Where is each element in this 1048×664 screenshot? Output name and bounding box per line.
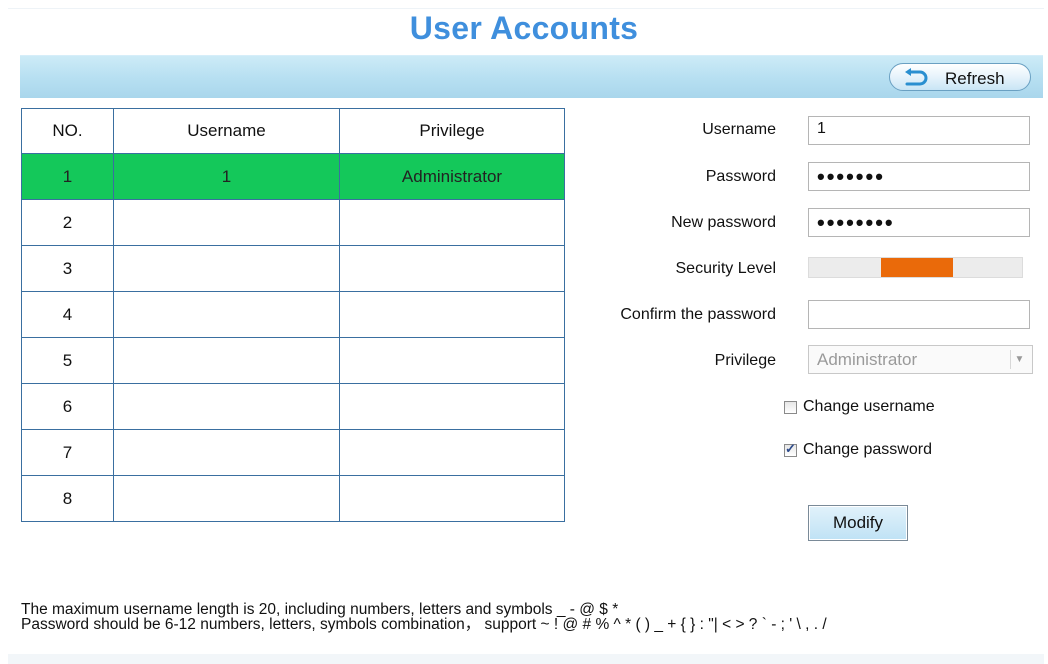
username-rule-text: The maximum username length is 20, inclu… <box>21 601 619 618</box>
privilege-select[interactable]: Administrator ▼ <box>808 345 1033 374</box>
users-table: NO. Username Privilege 1 1 Administrator… <box>21 108 565 522</box>
cell-privilege <box>339 199 565 246</box>
table-row[interactable]: 5 <box>21 337 565 384</box>
cell-privilege <box>339 291 565 338</box>
cell-no: 6 <box>21 383 114 430</box>
cell-privilege <box>339 337 565 384</box>
page-bottom-strip <box>8 654 1044 664</box>
cell-no: 5 <box>21 337 114 384</box>
cell-privilege <box>339 383 565 430</box>
new-password-field[interactable]: •••••••• <box>808 208 1030 237</box>
table-row[interactable]: 8 <box>21 475 565 522</box>
column-header-privilege: Privilege <box>339 108 565 154</box>
password-rule-text: Password should be 6-12 numbers, letters… <box>21 616 827 633</box>
page-top-border <box>8 8 1044 9</box>
confirm-password-label: Confirm the password <box>620 306 776 323</box>
cell-no: 3 <box>21 245 114 292</box>
cell-username <box>113 429 340 476</box>
username-field[interactable]: 1 <box>808 116 1030 145</box>
table-row[interactable]: 6 <box>21 383 565 430</box>
cell-no: 2 <box>21 199 114 246</box>
refresh-arrow-icon <box>905 68 928 86</box>
table-header-row: NO. Username Privilege <box>21 108 565 154</box>
cell-privilege: Administrator <box>339 153 565 200</box>
help-notes: The maximum username length is 20, inclu… <box>21 601 827 633</box>
cell-username <box>113 475 340 522</box>
cell-no: 4 <box>21 291 114 338</box>
security-level-meter <box>808 257 1023 278</box>
security-level-fill <box>881 258 953 277</box>
change-password-row[interactable]: Change password <box>784 441 932 459</box>
privilege-label: Privilege <box>714 352 776 369</box>
toolbar: Refresh <box>20 55 1043 98</box>
change-password-label: Change password <box>803 441 932 458</box>
table-row[interactable]: 3 <box>21 245 565 292</box>
password-field[interactable]: ••••••• <box>808 162 1030 191</box>
change-password-checkbox[interactable] <box>784 441 797 457</box>
table-row[interactable]: 1 1 Administrator <box>21 153 565 200</box>
cell-username <box>113 245 340 292</box>
cell-privilege <box>339 429 565 476</box>
refresh-label: Refresh <box>945 69 1005 88</box>
new-password-label: New password <box>671 214 776 231</box>
table-row[interactable]: 7 <box>21 429 565 476</box>
password-label: Password <box>705 168 776 185</box>
column-header-no: NO. <box>21 108 114 154</box>
cell-username <box>113 383 340 430</box>
cell-no: 1 <box>21 153 114 200</box>
cell-privilege <box>339 475 565 522</box>
table-row[interactable]: 4 <box>21 291 565 338</box>
chevron-down-icon[interactable]: ▼ <box>1010 350 1028 369</box>
modify-button[interactable]: Modify <box>808 505 908 541</box>
cell-no: 7 <box>21 429 114 476</box>
column-header-username: Username <box>113 108 340 154</box>
cell-no: 8 <box>21 475 114 522</box>
change-username-label: Change username <box>803 398 935 415</box>
cell-username <box>113 337 340 384</box>
confirm-password-field[interactable] <box>808 300 1030 329</box>
username-label: Username <box>702 121 776 138</box>
change-username-row[interactable]: Change username <box>784 398 935 416</box>
cell-username <box>113 199 340 246</box>
cell-username <box>113 291 340 338</box>
privilege-select-value: Administrator <box>817 350 918 369</box>
table-row[interactable]: 2 <box>21 199 565 246</box>
cell-username: 1 <box>113 153 340 200</box>
cell-privilege <box>339 245 565 292</box>
change-username-checkbox[interactable] <box>784 400 797 414</box>
security-level-label: Security Level <box>675 260 777 277</box>
page-title: User Accounts <box>409 10 639 46</box>
refresh-button[interactable]: Refresh <box>889 63 1031 91</box>
